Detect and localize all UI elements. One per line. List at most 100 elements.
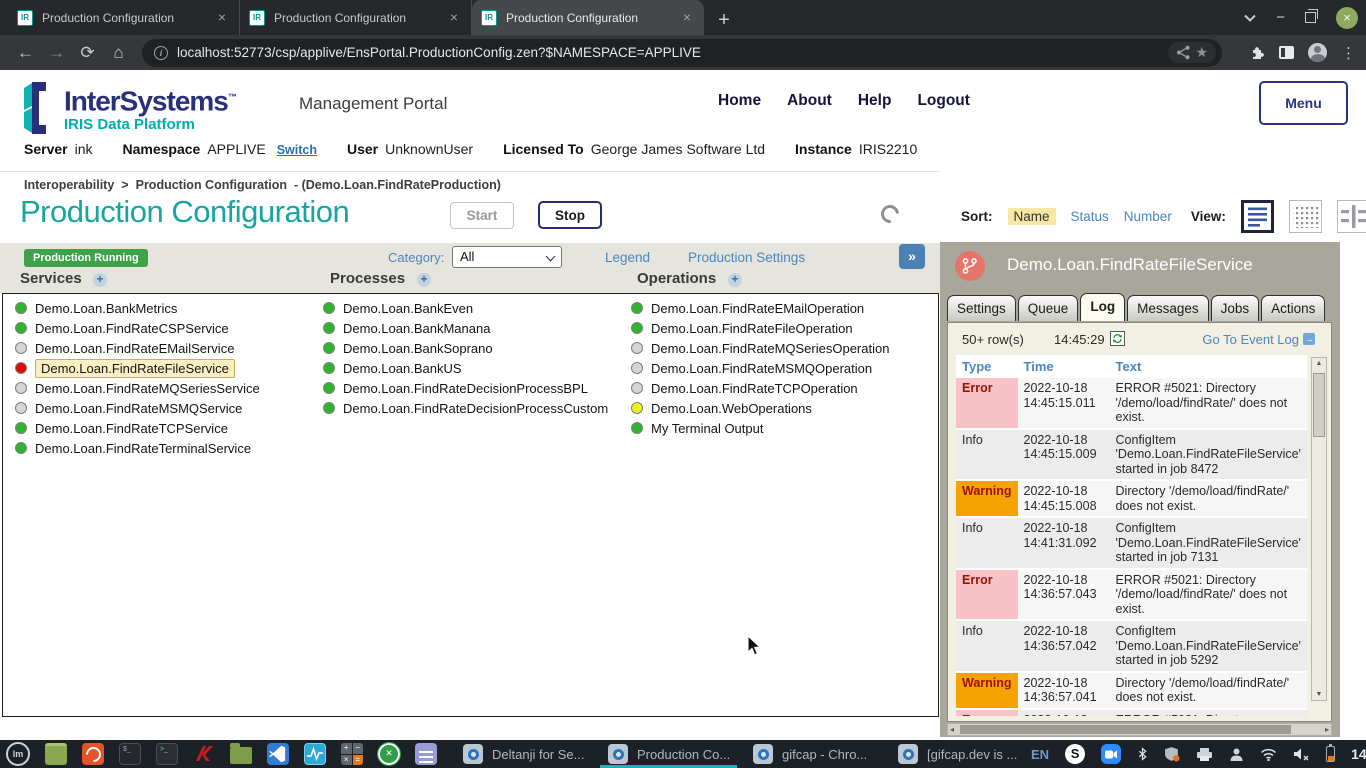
terminal-alt-icon[interactable] [156, 743, 178, 765]
log-vertical-scrollbar[interactable] [1311, 357, 1327, 701]
address-bar[interactable]: localhost:52773/csp/applive/EnsPortal.Pr… [142, 39, 1222, 67]
log-refresh-button[interactable] [1110, 331, 1125, 346]
service-item[interactable]: Demo.Loan.BankMetrics [15, 298, 260, 318]
log-type-header[interactable]: Type [956, 357, 1018, 376]
terminal-icon[interactable] [119, 743, 141, 765]
process-name[interactable]: Demo.Loan.BankEven [343, 301, 473, 316]
service-name[interactable]: Demo.Loan.FindRateFileService [35, 359, 235, 378]
mint-menu-icon[interactable] [6, 742, 30, 766]
process-item[interactable]: Demo.Loan.FindRateDecisionProcessBPL [323, 378, 608, 398]
service-item[interactable]: Demo.Loan.FindRateMQSeriesService [15, 378, 260, 398]
panel-tab[interactable]: Queue [1018, 295, 1079, 321]
restore-icon[interactable] [1305, 12, 1316, 23]
add-operation-icon[interactable] [728, 273, 742, 287]
taskbar-window-button[interactable]: [gifcap.dev is ... [886, 740, 1031, 768]
sort-option[interactable]: Name [1008, 208, 1056, 225]
view-split-button[interactable] [1337, 200, 1366, 233]
browser-tab[interactable]: IR Production Configuration [240, 0, 472, 35]
skype-icon[interactable] [1065, 744, 1085, 764]
printer-icon[interactable] [1196, 747, 1213, 762]
browser-tab[interactable]: IR Production Configuration [8, 0, 240, 35]
add-service-icon[interactable] [93, 273, 107, 287]
operation-name[interactable]: My Terminal Output [651, 421, 763, 436]
text-editor-icon[interactable] [415, 743, 437, 765]
panel-tab[interactable]: Actions [1261, 295, 1325, 321]
scroll-right-icon[interactable] [1325, 725, 1329, 735]
operation-name[interactable]: Demo.Loan.FindRateEMailOperation [651, 301, 864, 316]
scroll-down-icon[interactable] [1312, 691, 1326, 698]
service-item[interactable]: Demo.Loan.FindRateCSPService [15, 318, 260, 338]
red-logo-icon[interactable] [193, 743, 215, 765]
menu-button[interactable]: Menu [1259, 81, 1348, 125]
new-tab-button[interactable] [710, 7, 738, 35]
process-name[interactable]: Demo.Loan.BankUS [343, 361, 462, 376]
tab-close-icon[interactable] [214, 10, 230, 26]
language-indicator[interactable]: EN [1031, 747, 1049, 762]
nav-home-link[interactable]: Home [718, 92, 761, 110]
vertical-scroll-thumb[interactable] [1313, 373, 1325, 437]
taskbar-window-button[interactable]: Production Co... [596, 740, 741, 768]
start-button[interactable]: Start [450, 202, 514, 229]
panel-tab[interactable]: Jobs [1211, 295, 1260, 321]
horizontal-scroll-thumb[interactable] [960, 725, 1291, 734]
operation-item[interactable]: Demo.Loan.FindRateMSMQOperation [631, 358, 889, 378]
service-item[interactable]: Demo.Loan.FindRateFileService [15, 358, 260, 378]
tab-close-icon[interactable] [679, 10, 695, 26]
sort-option[interactable]: Number [1124, 209, 1172, 224]
sidebar-button[interactable] [1279, 46, 1294, 59]
show-desktop-icon[interactable] [45, 743, 67, 765]
log-time-header[interactable]: Time [1018, 357, 1110, 376]
operation-item[interactable]: Demo.Loan.FindRateTCPOperation [631, 378, 889, 398]
profile-button[interactable] [1308, 43, 1327, 62]
scroll-left-icon[interactable] [950, 725, 954, 735]
orange-app-icon[interactable] [82, 743, 104, 765]
nav-help-link[interactable]: Help [858, 92, 892, 110]
share-icon[interactable] [1176, 45, 1191, 60]
system-monitor-icon[interactable] [304, 743, 326, 765]
service-item[interactable]: Demo.Loan.FindRateMSMQService [15, 398, 260, 418]
view-grid-button[interactable] [1289, 200, 1322, 233]
process-item[interactable]: Demo.Loan.BankEven [323, 298, 608, 318]
service-item[interactable]: Demo.Loan.FindRateEMailService [15, 338, 260, 358]
shield-icon[interactable] [1164, 746, 1180, 762]
tab-close-icon[interactable] [446, 10, 462, 26]
taskbar-window-button[interactable]: gifcap - Chro... [741, 740, 886, 768]
bookmark-star-icon[interactable] [1195, 44, 1208, 61]
service-name[interactable]: Demo.Loan.BankMetrics [35, 301, 177, 316]
home-icon[interactable] [103, 43, 134, 63]
zoom-icon[interactable] [1101, 744, 1121, 764]
operation-name[interactable]: Demo.Loan.FindRateTCPOperation [651, 381, 858, 396]
service-name[interactable]: Demo.Loan.FindRateCSPService [35, 321, 229, 336]
expand-panel-button[interactable]: » [899, 244, 925, 269]
process-name[interactable]: Demo.Loan.FindRateDecisionProcessCustom [343, 401, 608, 416]
extensions-button[interactable] [1248, 44, 1265, 61]
operation-name[interactable]: Demo.Loan.FindRateMSMQOperation [651, 361, 872, 376]
view-list-button[interactable] [1241, 200, 1274, 233]
service-name[interactable]: Demo.Loan.FindRateTerminalService [35, 441, 251, 456]
operation-name[interactable]: Demo.Loan.FindRateMQSeriesOperation [651, 341, 889, 356]
nav-about-link[interactable]: About [787, 92, 832, 110]
panel-tab[interactable]: Settings [947, 295, 1016, 321]
process-name[interactable]: Demo.Loan.FindRateDecisionProcessBPL [343, 381, 588, 396]
reload-icon[interactable] [72, 43, 103, 63]
sort-option[interactable]: Status [1071, 209, 1109, 224]
operation-item[interactable]: Demo.Loan.FindRateMQSeriesOperation [631, 338, 889, 358]
volume-muted-icon[interactable] [1293, 747, 1310, 761]
clock[interactable]: 14:45 [1351, 746, 1366, 762]
operation-item[interactable]: Demo.Loan.WebOperations [631, 398, 889, 418]
nav-logout-link[interactable]: Logout [917, 92, 970, 110]
log-text-header[interactable]: Text [1110, 357, 1307, 376]
minimize-icon[interactable] [1276, 13, 1285, 23]
bluetooth-icon[interactable] [1137, 746, 1148, 762]
process-item[interactable]: Demo.Loan.BankUS [323, 358, 608, 378]
tab-search-chevron-icon[interactable] [1244, 14, 1256, 22]
panel-tab[interactable]: Messages [1127, 295, 1209, 321]
operation-name[interactable]: Demo.Loan.FindRateFileOperation [651, 321, 853, 336]
close-icon[interactable] [1336, 7, 1358, 29]
taskbar-window-button[interactable]: Deltanji for Se... [451, 740, 596, 768]
log-horizontal-scrollbar[interactable] [947, 723, 1332, 736]
add-process-icon[interactable] [417, 273, 431, 287]
operation-item[interactable]: Demo.Loan.FindRateEMailOperation [631, 298, 889, 318]
calculator-icon[interactable]: +−×= [341, 743, 363, 765]
process-item[interactable]: Demo.Loan.FindRateDecisionProcessCustom [323, 398, 608, 418]
